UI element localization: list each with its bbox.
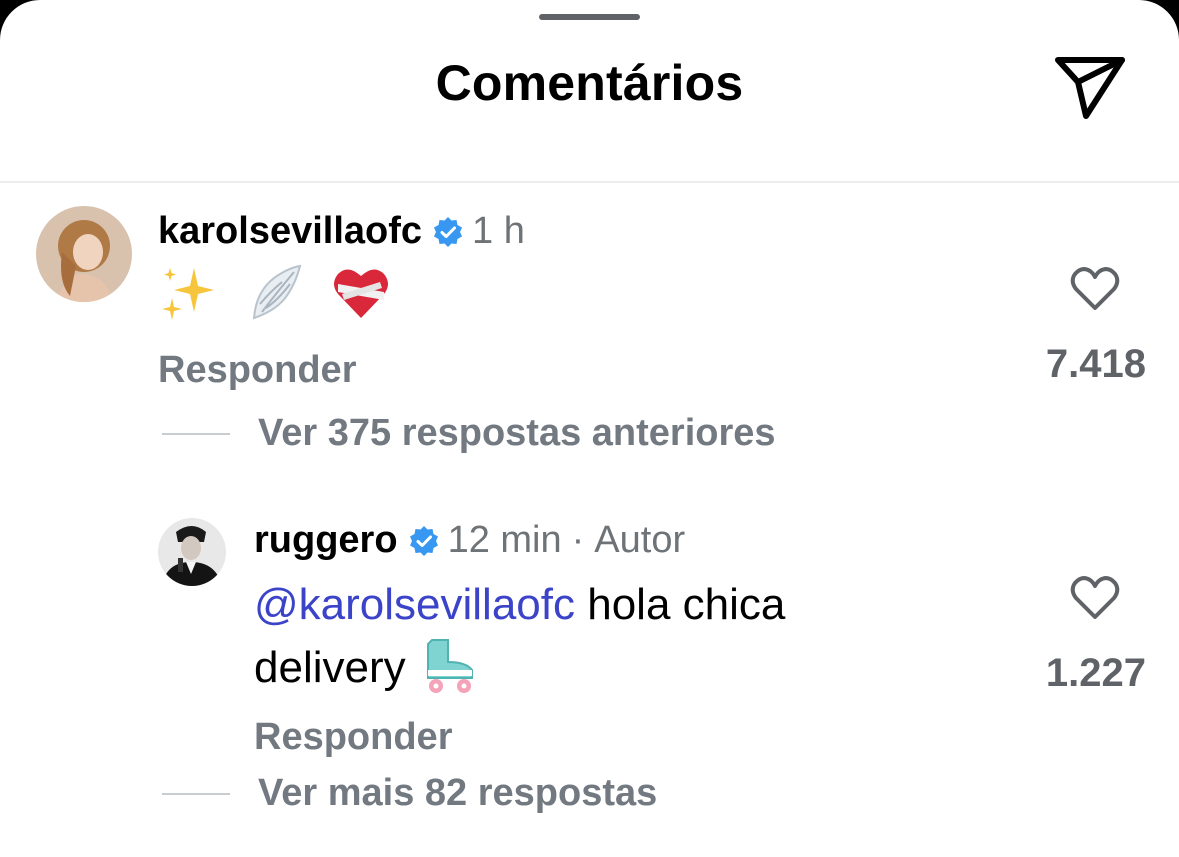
like-count: 7.418: [1045, 342, 1146, 386]
comments-sheet: Comentários karolsevillaofc 1 h Responde…: [0, 0, 1179, 857]
avatar-photo: [158, 518, 226, 586]
sheet-grabber[interactable]: [539, 14, 640, 20]
reply-button[interactable]: Responder: [158, 349, 356, 392]
page-title: Comentários: [435, 55, 744, 111]
meta-separator: ·: [571, 519, 585, 561]
mended-heart-icon: [334, 269, 388, 318]
share-button[interactable]: [1052, 54, 1128, 120]
verified-badge-icon: [409, 525, 438, 556]
thread-line: [162, 792, 230, 795]
sparkles-icon: [162, 268, 214, 320]
comment-time: 1 h: [472, 210, 525, 252]
roller-skate-icon: [426, 639, 473, 693]
reply-text-line1: hola chica: [575, 580, 786, 629]
comment-header: karolsevillaofc 1 h: [158, 210, 525, 253]
header-divider: [0, 181, 1179, 183]
reply-text-line2: delivery: [254, 643, 406, 692]
like-count: 1.227: [1045, 651, 1146, 695]
thread-line: [162, 432, 230, 435]
like-heart-icon[interactable]: [1068, 262, 1122, 316]
view-previous-replies-label: Ver 375 respostas anteriores: [258, 412, 776, 454]
verified-badge-icon: [434, 216, 463, 247]
reply-text: @karolsevillaofc hola chica delivery: [254, 576, 934, 697]
reply-button[interactable]: Responder: [254, 716, 452, 759]
view-more-replies-button[interactable]: Ver mais 82 respostas: [162, 772, 657, 815]
view-previous-replies-button[interactable]: Ver 375 respostas anteriores: [162, 412, 776, 455]
reply-header: ruggero 12 min · Autor: [254, 519, 685, 562]
view-more-replies-label: Ver mais 82 respostas: [258, 772, 658, 814]
author-badge: Autor: [594, 519, 686, 561]
like-heart-icon[interactable]: [1068, 571, 1122, 625]
reply-time: 12 min: [447, 519, 562, 561]
avatar[interactable]: [36, 206, 132, 302]
paper-plane-icon: [1055, 57, 1125, 119]
reply-username[interactable]: ruggero: [254, 519, 398, 562]
reply-avatar[interactable]: [158, 518, 226, 586]
wing-icon: [252, 264, 302, 320]
comment-text: [158, 262, 392, 324]
avatar-photo: [36, 206, 132, 302]
comment-username[interactable]: karolsevillaofc: [158, 210, 422, 253]
mention-link[interactable]: @karolsevillaofc: [254, 580, 575, 629]
